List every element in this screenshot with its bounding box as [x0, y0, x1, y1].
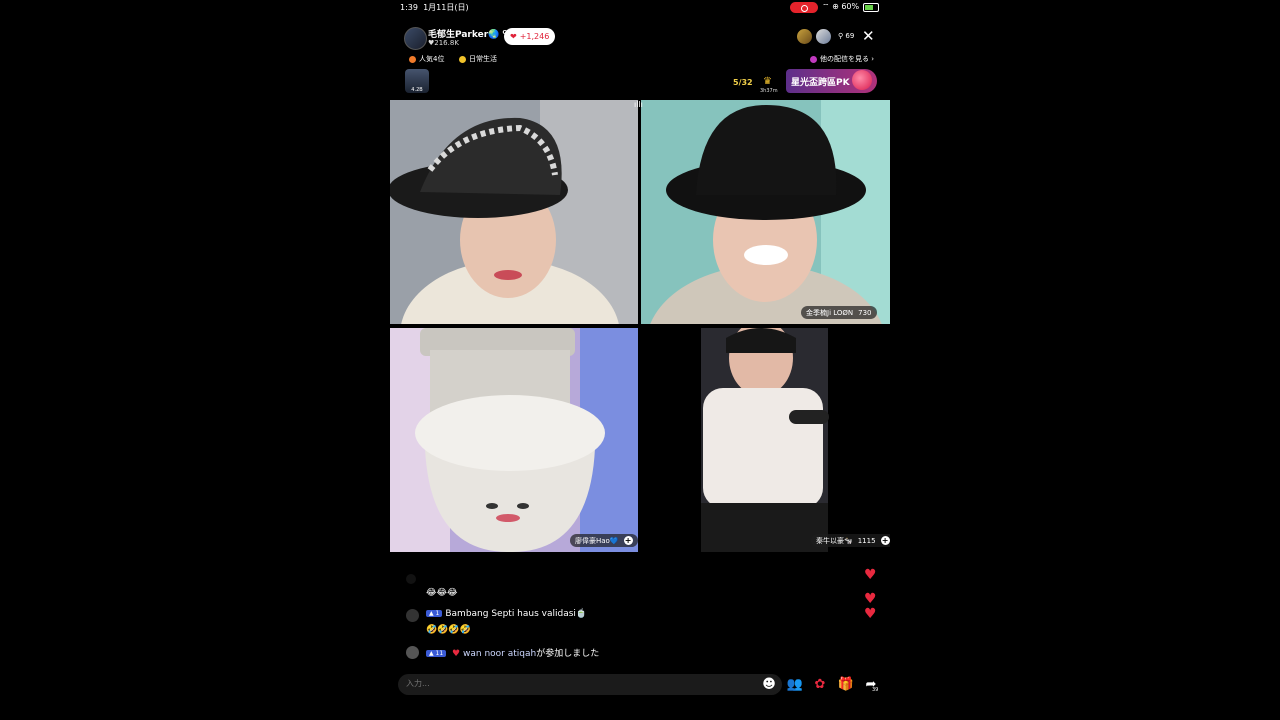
chat-row-faded [406, 574, 416, 587]
tile-label-bottom-right[interactable]: 秦牛以豪🐄 1115 + [811, 534, 890, 547]
streamer-2-video [641, 100, 890, 324]
rank-badge[interactable]: 人気4位 [409, 54, 444, 64]
pk-score: 5/32 [733, 78, 753, 87]
video-tile-bottom-left[interactable]: 廖偉豪Hao💙 + [390, 328, 638, 552]
video-tile-top-right[interactable]: 金季楠Ji LOØN 730 [641, 100, 890, 324]
chat-join-user[interactable]: wan noor atiqah [463, 649, 536, 659]
host-likes: ♥216.8K [428, 39, 459, 47]
viewer-count[interactable]: ⚲ 69 [838, 32, 854, 40]
stream-icon [810, 55, 817, 63]
level-badge: ▲ 11 [426, 650, 447, 657]
battery-icon [863, 3, 879, 12]
status-bar: 1:39 1月11日(日) ⌔ ⊕ 60% [390, 0, 890, 14]
gift-icon[interactable]: 🎁 [837, 676, 855, 694]
category-badge[interactable]: 日常生活 [459, 54, 497, 64]
host-avatar[interactable] [404, 27, 427, 50]
emoji-icon[interactable]: ☻ [760, 676, 778, 694]
follow-plus-icon[interactable]: + [623, 536, 633, 545]
pk-timer: 3h37m [760, 88, 778, 94]
other-streams-link[interactable]: 他の配信を見る › [810, 54, 874, 64]
comment-input[interactable] [406, 679, 746, 688]
wifi-icon: ⌔ [822, 2, 830, 11]
close-icon[interactable]: ✕ [862, 27, 875, 45]
ranking-number: 4.2B [411, 87, 423, 93]
status-right: ⌔ ⊕ 60% [822, 2, 859, 12]
person-icon: ⚲ [838, 32, 844, 40]
chat-message-1: 😂😂😂 [426, 588, 458, 598]
like-pill-count: +1,246 [519, 32, 550, 41]
crown-icon: ♛ [763, 76, 772, 87]
viewer-avatar-1[interactable] [797, 29, 812, 44]
follow-plus-icon[interactable]: + [880, 536, 890, 545]
video-tile-top-left[interactable] [390, 100, 638, 324]
live-stream-screen: 1:39 1月11日(日) ⌔ ⊕ 60% 毛郁生Parker🌏 ᴼᴼᴼ ♥21… [390, 0, 890, 720]
viewer-avatar-2[interactable] [816, 29, 831, 44]
fire-icon [409, 55, 416, 63]
audio-icon[interactable]: ıllı [634, 100, 643, 109]
share-count: 39 [872, 687, 879, 693]
like-pill[interactable]: ❤ +1,246 [504, 28, 556, 45]
tile-label-top-right[interactable]: 金季楠Ji LOØN 730 [801, 306, 877, 319]
chat-join-message: ▲ 11 ♥ wan noor atiqahが参加しました [426, 646, 599, 659]
chat-message-2: 🤣🤣🤣🤣 [426, 625, 471, 635]
comment-input-box[interactable] [398, 674, 782, 695]
rose-icon[interactable]: ✿ [811, 676, 829, 694]
level-badge: ▲ 1 [426, 610, 443, 617]
category-icon [459, 55, 466, 63]
streamer-4-video [701, 328, 829, 552]
lock-rotation-icon: ⊕ [832, 2, 839, 11]
tile-label-bottom-left[interactable]: 廖偉豪Hao💙 + [570, 534, 638, 547]
streamer-1-video [390, 100, 638, 324]
battery-percent: 60% [841, 2, 860, 11]
floating-heart-icon: ♥ [864, 567, 877, 583]
status-time: 1:39 1月11日(日) [400, 3, 469, 12]
video-tile-bottom-right[interactable]: 秦牛以豪🐄 1115 + [641, 328, 890, 552]
pk-gift-icon[interactable] [852, 70, 872, 90]
heart-icon: ♥ [452, 649, 461, 659]
floating-heart-icon: ♥ [864, 591, 877, 607]
chat-avatar-2[interactable] [406, 609, 419, 622]
chat-avatar-3[interactable] [406, 646, 419, 659]
avatar [406, 574, 416, 584]
chat-user-2[interactable]: ▲ 1 Bambang Septi haus validasi🍵 [426, 609, 587, 619]
toilet-filter-video [390, 328, 638, 552]
screen-record-indicator [790, 2, 818, 13]
floating-heart-icon: ♥ [864, 606, 877, 622]
guests-icon[interactable]: 👥 [786, 676, 804, 694]
heart-icon: ❤ [510, 32, 517, 41]
